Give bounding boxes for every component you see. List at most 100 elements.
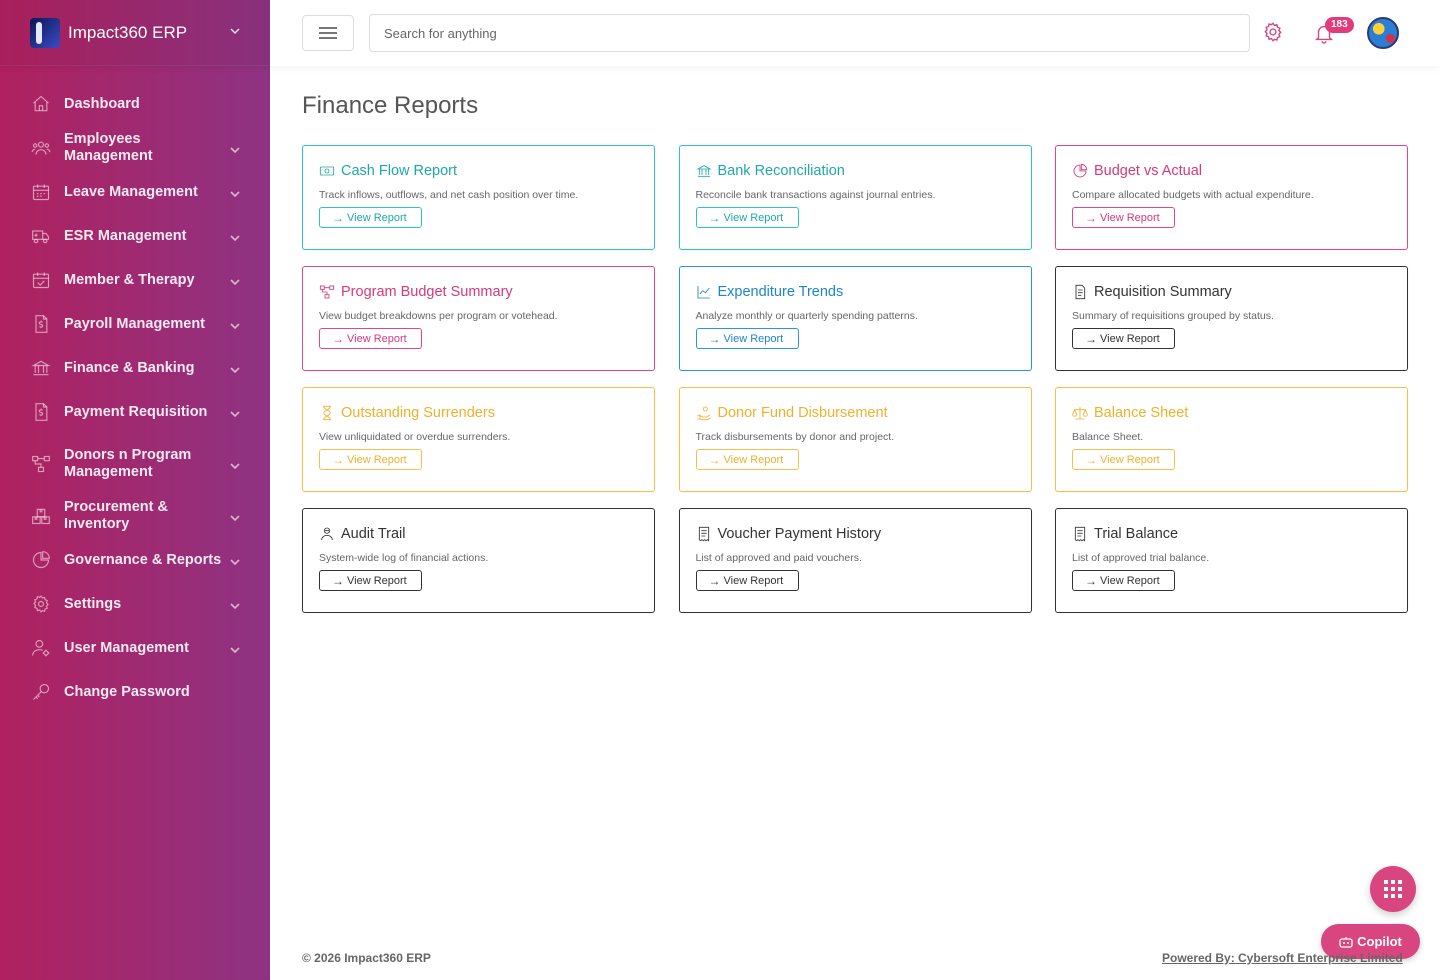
sidebar-item-user-management[interactable]: User Management [0,626,270,670]
view-report-button[interactable]: → View Report [695,449,799,470]
arrow-right-icon: → [708,452,721,467]
report-card-title-text: Balance Sheet [1094,405,1189,421]
scale-icon [1072,405,1090,421]
report-card-title: Balance Sheet [1072,404,1391,422]
view-report-button[interactable]: → View Report [695,570,799,591]
arrow-right-icon: → [1085,452,1097,467]
avatar[interactable] [1367,17,1399,49]
report-card-title-text: Budget vs Actual [1094,163,1203,179]
view-report-button[interactable]: → View Report [319,207,422,228]
view-report-label: View Report [723,332,784,345]
gear-icon[interactable] [1262,21,1286,45]
truck-icon [30,225,52,247]
report-card-requisition-summary: Requisition Summary Summary of requisitio… [1055,266,1408,371]
view-report-button[interactable]: → View Report [695,207,799,228]
report-card-description: Track disbursements by donor and project… [695,431,895,443]
sidebar-item-label: Leave Management [64,183,198,200]
chevron-down-icon [230,511,240,522]
sidebar-item-employees-management[interactable]: Employees Management [0,126,270,170]
report-card-title-text: Donor Fund Disbursement [717,405,888,421]
view-report-label: View Report [347,574,407,587]
report-card-description: List of approved and paid vouchers. [695,552,862,564]
arrow-right-icon: → [1085,573,1097,588]
sidebar-item-esr-management[interactable]: ESR Management [0,214,270,258]
view-report-label: View Report [1100,453,1160,466]
arrow-right-icon: → [708,331,721,346]
sidebar-item-dashboard[interactable]: Dashboard [0,82,270,126]
sidebar-item-label: ESR Management [64,227,187,244]
sidebar-item-finance-banking[interactable]: Finance & Banking [0,346,270,390]
sidebar-item-label: Dashboard [64,95,140,112]
sidebar-item-leave-management[interactable]: Leave Management [0,170,270,214]
sidebar-item-governance-reports[interactable]: Governance & Reports [0,538,270,582]
report-card-title: Audit Trail [319,525,638,543]
chevron-down-icon [230,319,240,330]
report-card-title: Budget vs Actual [1072,162,1391,180]
view-report-label: View Report [1100,332,1160,345]
report-card-program-budget-summary: Program Budget Summary View budget breakd… [302,266,655,371]
chevron-down-icon [230,143,240,154]
key-icon [30,681,52,703]
view-report-button[interactable]: → View Report [319,570,422,591]
grid-icon [1384,880,1402,898]
view-report-button[interactable]: → View Report [1072,207,1175,228]
report-card-description: Compare allocated budgets with actual ex… [1072,189,1314,201]
arrow-right-icon: → [332,573,344,588]
report-card-title-text: Voucher Payment History [717,526,882,542]
report-card-title: Trial Balance [1072,525,1391,543]
sidebar-item-change-password[interactable]: Change Password [0,670,270,714]
view-report-button[interactable]: → View Report [319,328,422,349]
sidebar-item-procurement-inventory[interactable]: Procurement & Inventory [0,494,270,538]
report-card-bank-reconciliation: Bank Reconciliation Reconcile bank transa… [678,145,1032,250]
report-card-title: Expenditure Trends [696,283,1015,301]
view-report-label: View Report [347,211,407,224]
diagram-icon [30,453,52,475]
copilot-label: Copilot [1357,934,1402,949]
arrow-right-icon: → [1085,331,1097,346]
report-card-description: View unliquidated or overdue surrenders. [319,431,511,443]
sidebar-item-payroll-management[interactable]: Payroll Management [0,302,270,346]
sidebar-item-donors-n-program-management[interactable]: Donors n Program Management [0,434,270,494]
search-input[interactable] [369,14,1250,52]
report-card-title: Requisition Summary [1072,283,1391,301]
notification-badge: 183 [1325,17,1354,33]
report-card-balance-sheet: Balance Sheet Balance Sheet. → View Report [1055,387,1408,492]
report-card-title-text: Trial Balance [1094,526,1179,542]
view-report-label: View Report [1100,211,1160,224]
hamburger-icon [319,32,337,34]
sidebar-item-payment-requisition[interactable]: Payment Requisition [0,390,270,434]
arrow-right-icon: → [708,210,721,225]
footer-powered-by-link[interactable]: Powered By: Cybersoft Enterprise Limited [1162,951,1403,965]
gear-icon [30,593,52,615]
menu-toggle-button[interactable] [302,15,354,51]
report-card-description: Summary of requisitions grouped by statu… [1072,310,1274,322]
report-card-title: Program Budget Summary [319,283,638,301]
sidebar-item-settings[interactable]: Settings [0,582,270,626]
receipt-icon [1072,526,1090,542]
view-report-label: View Report [723,453,784,466]
sidebar-item-member-therapy[interactable]: Member & Therapy [0,258,270,302]
sidebar-item-label: Payment Requisition [64,403,208,420]
report-card-description: Reconcile bank transactions against jour… [695,189,936,201]
report-card-title-text: Expenditure Trends [717,284,844,300]
view-report-label: View Report [1100,574,1160,587]
report-card-voucher-payment-history: Voucher Payment History List of approved … [678,508,1032,613]
apps-grid-button[interactable] [1370,866,1416,912]
brand-switcher[interactable]: Impact360 ERP [0,0,270,66]
receipt-icon [696,526,714,542]
view-report-button[interactable]: → View Report [695,328,799,349]
view-report-button[interactable]: → View Report [319,449,422,470]
report-card-title-text: Cash Flow Report [341,163,458,179]
report-card-description: Track inflows, outflows, and net cash po… [319,189,579,201]
report-card-description: View budget breakdowns per program or vo… [319,310,558,322]
sidebar-nav: Dashboard Employees Management Leave Manag… [0,66,270,714]
report-card-description: Analyze monthly or quarterly spending pa… [695,310,918,322]
boxes-icon [30,505,52,527]
view-report-button[interactable]: → View Report [1072,570,1175,591]
pie-chart-icon [30,549,52,571]
chevron-down-icon [230,26,240,39]
view-report-button[interactable]: → View Report [1072,328,1175,349]
bank-icon [695,163,714,179]
report-grid: Cash Flow Report Track inflows, outflows,… [302,145,1408,613]
view-report-button[interactable]: → View Report [1072,449,1175,470]
